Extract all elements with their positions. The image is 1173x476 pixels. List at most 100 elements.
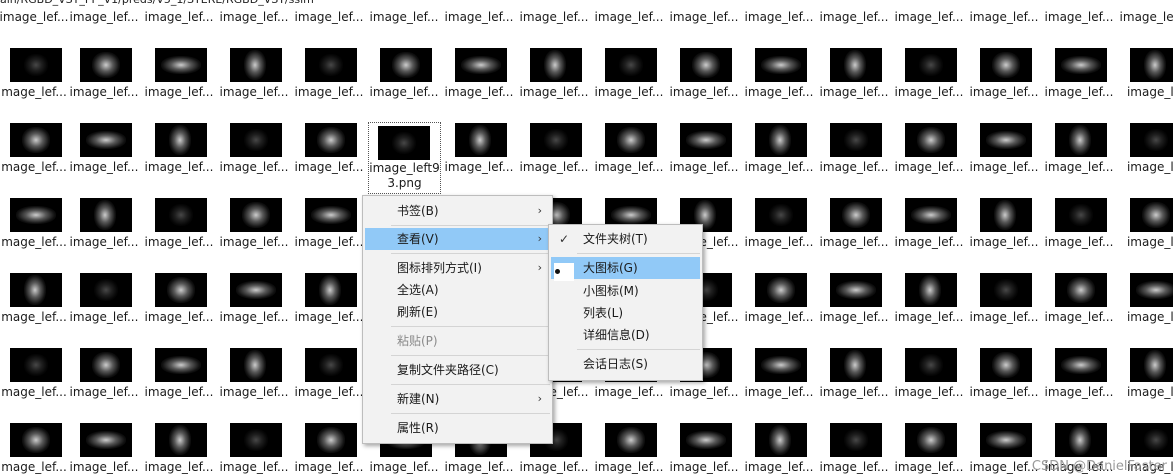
file-thumbnail — [10, 273, 62, 307]
file-item-label: image_lef... — [669, 385, 739, 399]
file-item-label: image_lef... — [519, 460, 589, 474]
file-item-label: image_lef... — [594, 385, 664, 399]
file-item-label: image_lef... — [69, 160, 139, 174]
menu-item-refresh[interactable]: 刷新(E) — [365, 301, 550, 323]
file-thumbnail — [680, 423, 732, 457]
file-item[interactable]: image_lef... — [70, 0, 145, 474]
view-submenu: ✓ 文件夹树(T) 大图标(G) 小图标(M) 列表(L) 详细信息(D) 会话… — [548, 224, 703, 381]
file-item-label: image_le — [1126, 235, 1173, 249]
menu-item-new[interactable]: 新建(N) › — [365, 388, 550, 410]
file-thumbnail — [830, 423, 882, 457]
file-item-label: image_lef... — [69, 460, 139, 474]
file-thumbnail — [1055, 273, 1107, 307]
menu-separator — [577, 253, 700, 254]
file-item-label: image_le — [1126, 310, 1173, 324]
file-item-label: image_lef... — [519, 160, 589, 174]
file-item-label: image_lef... — [894, 310, 964, 324]
file-thumbnail — [80, 123, 132, 157]
file-item-label: image_lef... — [594, 460, 664, 474]
file-thumbnail — [605, 123, 657, 157]
file-thumbnail — [378, 126, 430, 160]
file-thumbnail — [1055, 348, 1107, 382]
file-thumbnail — [980, 423, 1032, 457]
menu-item-label: 复制文件夹路径(C) — [397, 363, 499, 377]
file-item-label: image_lef... — [969, 460, 1039, 474]
submenu-item-folder-tree[interactable]: ✓ 文件夹树(T) — [551, 228, 700, 250]
menu-item-paste: 粘贴(P) — [365, 330, 550, 352]
file-item-label: image_lef... — [969, 235, 1039, 249]
menu-item-select-all[interactable]: 全选(A) — [365, 279, 550, 301]
file-item-label: image_lef... — [894, 385, 964, 399]
file-item[interactable]: image_lef... — [895, 0, 970, 474]
menu-item-bookmarks[interactable]: 书签(B) › — [365, 200, 550, 222]
file-item[interactable]: image_le — [1120, 0, 1173, 474]
menu-item-label: 小图标(M) — [583, 284, 639, 298]
file-item-label: mage_lef... — [1, 460, 67, 474]
file-item-label: image_lef... — [144, 160, 214, 174]
file-thumbnail — [305, 348, 357, 382]
menu-item-view[interactable]: 查看(V) › — [365, 228, 550, 250]
file-item-label: image_lef... — [144, 460, 214, 474]
file-item-label: image_lef... — [819, 460, 889, 474]
menu-item-label: 查看(V) — [397, 232, 439, 246]
file-item-label: image_lef... — [744, 160, 814, 174]
menu-item-arrange-icons[interactable]: 图标排列方式(I) › — [365, 257, 550, 279]
file-item[interactable]: image_lef... — [295, 0, 370, 474]
file-thumbnail — [755, 123, 807, 157]
selected-file-item[interactable]: image_left93.png — [368, 122, 441, 194]
file-thumbnail — [830, 198, 882, 232]
menu-separator — [391, 326, 550, 327]
file-item[interactable]: image_lef... — [745, 0, 820, 474]
submenu-arrow-icon: › — [537, 392, 542, 405]
file-item-label: image_lef... — [294, 235, 364, 249]
menu-item-label: 全选(A) — [397, 283, 439, 297]
file-item[interactable]: image_lef... — [595, 0, 670, 474]
file-item[interactable]: image_lef... — [520, 0, 595, 474]
file-thumbnail — [980, 273, 1032, 307]
file-item[interactable]: image_lef... — [1045, 0, 1120, 474]
file-thumbnail — [830, 273, 882, 307]
file-item[interactable]: image_lef... — [970, 0, 1045, 474]
file-thumbnail — [905, 273, 957, 307]
file-thumbnail — [1055, 423, 1107, 457]
file-item-label: image_lef... — [144, 235, 214, 249]
file-item-label: image_lef... — [1044, 310, 1114, 324]
file-thumbnail — [10, 423, 62, 457]
file-item-label: image_lef... — [744, 460, 814, 474]
file-item-label: image_lef... — [744, 85, 814, 99]
file-thumbnail — [755, 198, 807, 232]
file-item[interactable]: image_lef... — [820, 0, 895, 474]
file-thumbnail — [155, 348, 207, 382]
file-item[interactable]: image_lef... — [445, 0, 520, 474]
submenu-item-details[interactable]: 详细信息(D) — [551, 324, 700, 346]
file-item-label: mage_lef... — [1, 385, 67, 399]
menu-item-label: 列表(L) — [583, 306, 624, 320]
file-thumbnail — [10, 348, 62, 382]
menu-item-label: 文件夹树(T) — [583, 232, 648, 246]
file-item[interactable]: image_lef... — [220, 0, 295, 474]
file-item-label: image_lef... — [669, 160, 739, 174]
file-thumbnail — [905, 198, 957, 232]
submenu-item-session-log[interactable]: 会话日志(S) — [551, 353, 700, 375]
file-item-label: image_lef... — [1044, 385, 1114, 399]
menu-item-copy-folder-path[interactable]: 复制文件夹路径(C) — [365, 359, 550, 381]
menu-separator — [577, 349, 700, 350]
watermark-text: CSDN @DanielFaster — [1031, 459, 1167, 474]
file-item[interactable]: image_lef... — [370, 0, 445, 474]
file-item[interactable]: image_lef... — [145, 0, 220, 474]
file-thumbnail — [155, 198, 207, 232]
file-thumbnail — [980, 348, 1032, 382]
file-item[interactable]: mage_lef... — [0, 0, 75, 474]
menu-item-properties[interactable]: 属性(R) — [365, 417, 550, 439]
file-thumbnail — [80, 348, 132, 382]
file-item-label: image_lef... — [444, 160, 514, 174]
file-thumbnail — [230, 123, 282, 157]
file-item-label: image_lef... — [144, 85, 214, 99]
submenu-item-large-icons[interactable]: 大图标(G) — [551, 257, 700, 281]
submenu-item-list[interactable]: 列表(L) — [551, 302, 700, 324]
submenu-item-small-icons[interactable]: 小图标(M) — [551, 280, 700, 302]
menu-item-label: 图标排列方式(I) — [397, 261, 482, 275]
file-item[interactable]: image_lef... — [670, 0, 745, 474]
file-item-label: image_lef... — [69, 310, 139, 324]
file-thumbnail — [530, 123, 582, 157]
